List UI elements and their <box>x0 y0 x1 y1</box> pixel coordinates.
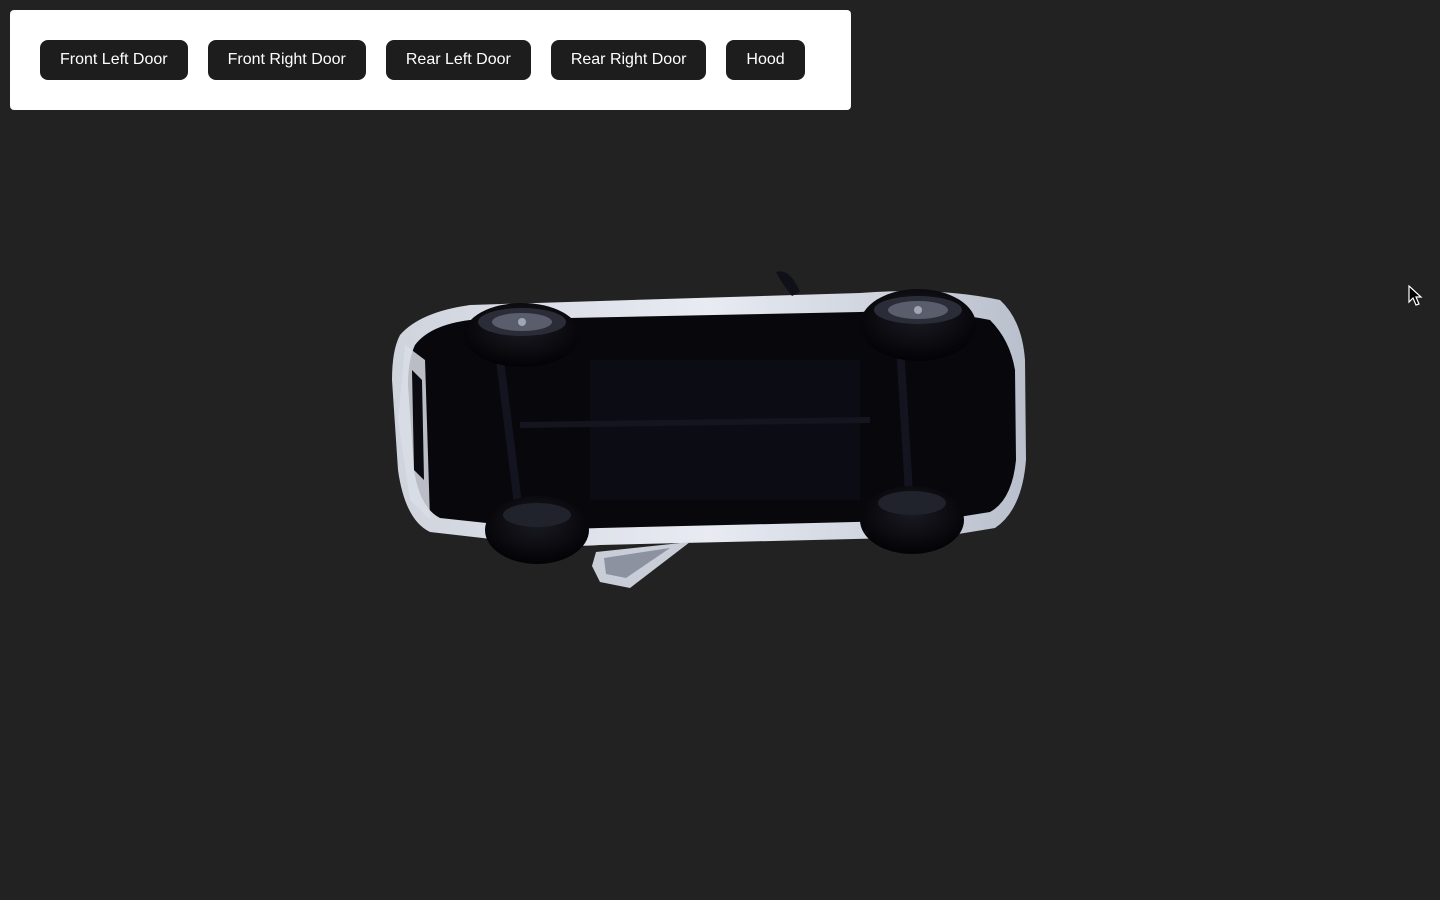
chassis-center-tunnel <box>590 360 860 500</box>
front-left-door-button[interactable]: Front Left Door <box>40 40 188 80</box>
front-right-door-button[interactable]: Front Right Door <box>207 40 366 80</box>
wheel-rear-left <box>860 289 976 361</box>
side-mirror <box>776 271 800 296</box>
hood-button[interactable]: Hood <box>726 40 805 80</box>
pointer-arrow-icon <box>1408 285 1423 306</box>
rear-left-door-button[interactable]: Rear Left Door <box>385 40 531 80</box>
car-3d-canvas[interactable] <box>0 0 1440 900</box>
wheel-front-right <box>485 496 589 564</box>
viewer-viewport: Front Left Door Front Right Door Rear Le… <box>0 0 1440 900</box>
wheel-rear-right <box>860 486 964 554</box>
car-model[interactable] <box>392 271 1026 588</box>
part-controls-panel: Front Left Door Front Right Door Rear Le… <box>10 10 851 110</box>
rear-right-door-button[interactable]: Rear Right Door <box>550 40 707 80</box>
wheel-front-left <box>464 303 580 367</box>
